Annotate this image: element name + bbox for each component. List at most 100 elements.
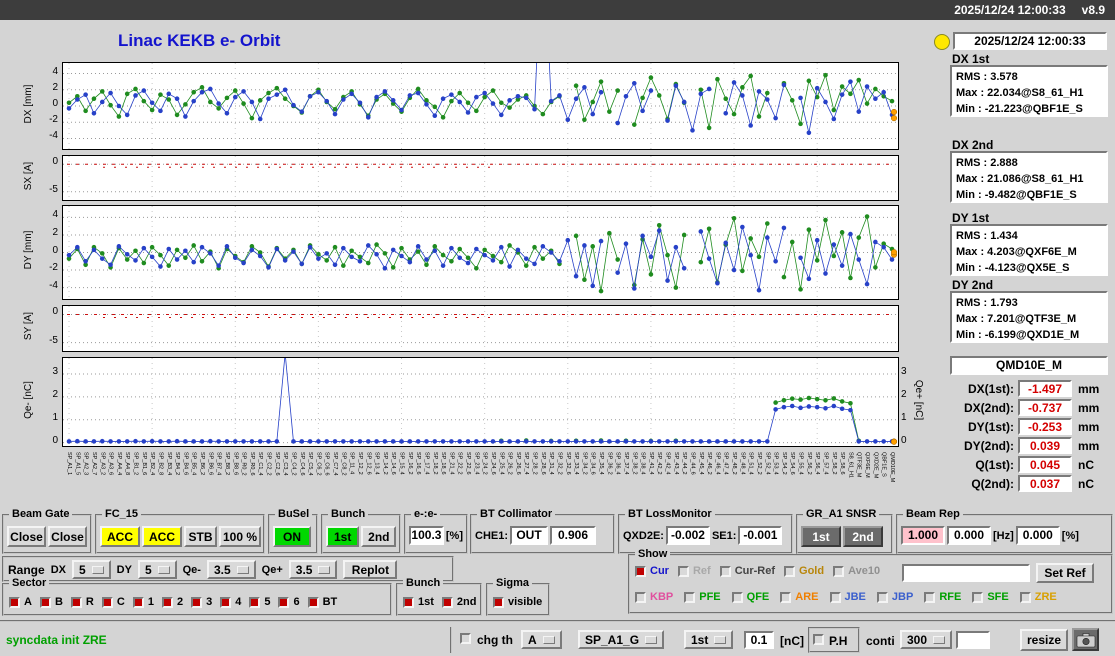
checkbox-sector-BT[interactable] — [307, 596, 319, 608]
checkbox-item-show-ARE[interactable]: ARE — [780, 591, 819, 603]
label-show-JBP: JBP — [891, 591, 914, 603]
checkbox-sector-R[interactable] — [70, 596, 82, 608]
range-dy-select[interactable]: 5 — [137, 560, 177, 579]
fc15-stb-button[interactable]: STB — [184, 526, 217, 547]
checkbox-item-bunch-2nd[interactable]: 2nd — [441, 596, 476, 608]
sector-select[interactable]: A — [521, 630, 562, 649]
checkbox-item-show-PFE[interactable]: PFE — [684, 591, 721, 603]
checkbox-show-QFE[interactable] — [731, 591, 743, 603]
checkbox-show-ZRE[interactable] — [1019, 591, 1031, 603]
checkbox-show-Cur-Ref[interactable] — [719, 565, 731, 577]
monitor-select[interactable]: SP_A1_G — [578, 630, 665, 649]
fc15-acc1-button[interactable]: ACC — [100, 526, 140, 547]
replot-button[interactable]: Replot — [343, 560, 398, 579]
threshold-input[interactable] — [744, 631, 774, 649]
checkbox-item-show-QFE[interactable]: QFE — [731, 591, 769, 603]
checkbox-item-sector-BT[interactable]: BT — [307, 596, 337, 608]
checkbox-sector-C[interactable] — [101, 596, 113, 608]
checkbox-item-bunch-1st[interactable]: 1st — [403, 596, 434, 608]
checkbox-show-PFE[interactable] — [684, 591, 696, 603]
checkbox-show-SFE[interactable] — [972, 591, 984, 603]
plot-qe[interactable] — [62, 357, 899, 447]
bunch-1st-button[interactable]: 1st — [326, 526, 360, 547]
range-qep-select[interactable]: 3.5 — [288, 560, 338, 579]
y-tick-label: -5 — [49, 334, 58, 346]
checkbox-show-Ave10[interactable] — [833, 565, 845, 577]
checkbox-item-show-Cur[interactable]: Cur — [635, 565, 669, 577]
checkbox-sector-1[interactable] — [132, 596, 144, 608]
svg-text:SP_R0_2: SP_R0_2 — [241, 452, 247, 476]
checkbox-item-sector-B[interactable]: B — [39, 596, 63, 608]
checkbox-item-show-RFE[interactable]: RFE — [924, 591, 961, 603]
plot-dy[interactable] — [62, 205, 899, 300]
bunch-select[interactable]: 1st — [684, 630, 734, 649]
range-dx-select[interactable]: 5 — [71, 560, 111, 579]
label-sector-A: A — [24, 596, 32, 608]
checkbox-item-show-KBP[interactable]: KBP — [635, 591, 673, 603]
checkbox-show-JBE[interactable] — [829, 591, 841, 603]
range-qem-select[interactable]: 3.5 — [206, 560, 256, 579]
checkbox-item-show-Gold[interactable]: Gold — [784, 565, 824, 577]
checkbox-bunch-2nd[interactable] — [441, 596, 453, 608]
checkbox-item-sector-4[interactable]: 4 — [220, 596, 241, 608]
chg-th-checkbox[interactable] — [460, 633, 471, 644]
ph-checkbox[interactable] — [813, 634, 824, 645]
checkbox-item-sector-C[interactable]: C — [101, 596, 125, 608]
checkbox-item-sector-2[interactable]: 2 — [161, 596, 183, 608]
fc15-acc2-button[interactable]: ACC — [142, 526, 182, 547]
checkbox-show-Ref[interactable] — [677, 565, 689, 577]
plot-sy[interactable] — [62, 305, 899, 352]
checkbox-sector-6[interactable] — [278, 596, 290, 608]
svg-text:SP_C5_4: SP_C5_4 — [307, 452, 313, 476]
blank-entry-input[interactable] — [956, 631, 990, 649]
y-tick-label: 0 — [52, 306, 58, 318]
checkbox-sector-B[interactable] — [39, 596, 51, 608]
screenshot-button[interactable] — [1072, 628, 1099, 651]
checkbox-bunch-1st[interactable] — [403, 596, 414, 608]
checkbox-show-JBP[interactable] — [876, 591, 888, 603]
checkbox-item-sector-3[interactable]: 3 — [191, 596, 212, 608]
checkbox-item-sector-R[interactable]: R — [70, 596, 94, 608]
checkbox-item-sector-6[interactable]: 6 — [278, 596, 300, 608]
busel-on-button[interactable]: ON — [273, 526, 311, 547]
checkbox-item-show-ZRE[interactable]: ZRE — [1019, 591, 1057, 603]
gra1-1st-button[interactable]: 1st — [801, 526, 841, 547]
plot-dx[interactable] — [62, 62, 899, 150]
gra1-2nd-button[interactable]: 2nd — [843, 526, 883, 547]
checkbox-sector-A[interactable] — [9, 596, 20, 608]
checkbox-item-sector-5[interactable]: 5 — [249, 596, 270, 608]
resize-button[interactable]: resize — [1020, 629, 1068, 651]
checkbox-show-Gold[interactable] — [784, 565, 796, 577]
checkbox-item-sector-A[interactable]: A — [9, 596, 32, 608]
checkbox-sector-2[interactable] — [161, 596, 173, 608]
checkbox-sector-4[interactable] — [220, 596, 232, 608]
checkbox-show-KBP[interactable] — [635, 591, 646, 603]
checkbox-item-sigma-visible[interactable]: visible — [493, 596, 542, 608]
checkbox-show-Cur[interactable] — [635, 565, 646, 577]
set-ref-button[interactable]: Set Ref — [1036, 563, 1094, 583]
bunch-2nd-button[interactable]: 2nd — [361, 526, 397, 547]
monitor-row-unit: mm — [1078, 420, 1100, 434]
label-show-JBE: JBE — [844, 591, 866, 603]
checkbox-sector-3[interactable] — [191, 596, 203, 608]
checkbox-item-show-Ave10[interactable]: Ave10 — [833, 565, 880, 577]
checkbox-item-show-JBE[interactable]: JBE — [829, 591, 866, 603]
beam-gate-close-2-button[interactable]: Close — [48, 526, 87, 547]
checkbox-sector-5[interactable] — [249, 596, 261, 608]
checkbox-sigma-visible[interactable] — [493, 596, 504, 608]
checkbox-item-show-Cur-Ref[interactable]: Cur-Ref — [719, 565, 776, 577]
checkbox-item-show-Ref[interactable]: Ref — [677, 565, 711, 577]
label-show-Cur-Ref: Cur-Ref — [734, 565, 776, 577]
checkbox-item-show-JBP[interactable]: JBP — [876, 591, 914, 603]
checkbox-item-sector-1[interactable]: 1 — [132, 596, 154, 608]
beam-gate-close-1-button[interactable]: Close — [7, 526, 46, 547]
checkbox-show-RFE[interactable] — [924, 591, 936, 603]
plot-sx[interactable] — [62, 155, 899, 201]
checkbox-show-ARE[interactable] — [780, 591, 792, 603]
ref-entry-input[interactable] — [902, 564, 1030, 582]
checkbox-item-show-SFE[interactable]: SFE — [972, 591, 1009, 603]
svg-text:SP_C7_4: SP_C7_4 — [332, 452, 338, 476]
svg-text:SP_58_2: SP_58_2 — [831, 452, 837, 475]
fc15-percent-button[interactable]: 100 % — [219, 526, 261, 547]
interval-select[interactable]: 300 — [900, 630, 953, 649]
